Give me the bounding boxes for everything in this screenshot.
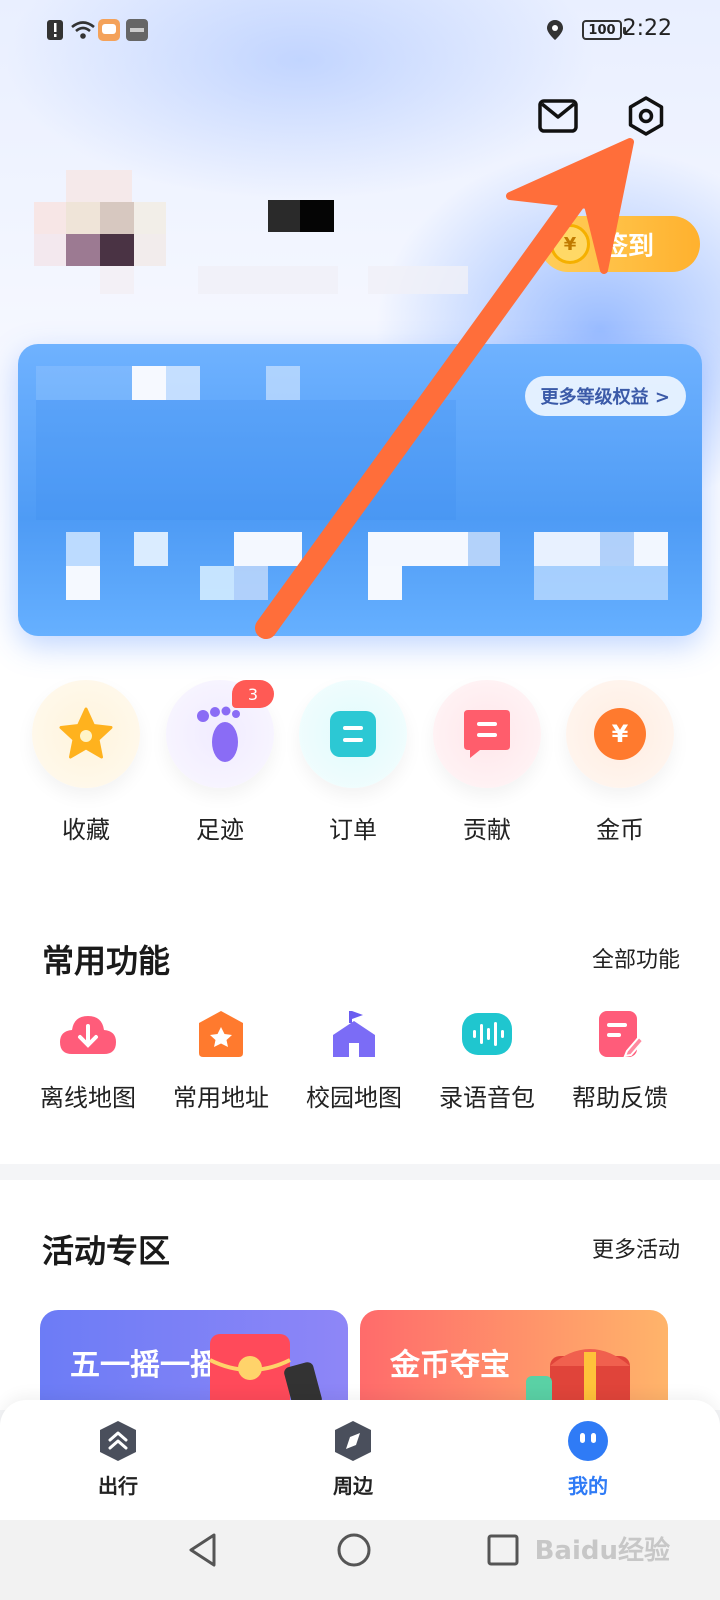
nav-label: 周边 (333, 1474, 373, 1498)
feature-campus-map[interactable]: 校园地图 (286, 1004, 422, 1113)
nav-label: 出行 (98, 1474, 138, 1498)
alert-icon (47, 20, 63, 40)
feature-label: 录语音包 (439, 1084, 535, 1112)
quick-label: 订单 (329, 816, 377, 844)
travel-icon (97, 1420, 139, 1462)
bottom-navigation: 出行 周边 我的 (0, 1400, 720, 1520)
section-title: 常用功能 (42, 942, 171, 980)
feature-label: 校园地图 (306, 1084, 402, 1112)
recents-icon[interactable] (487, 1534, 519, 1566)
coin-icon: ¥ (566, 680, 674, 788)
mail-icon (538, 99, 578, 133)
hms-icon (126, 19, 148, 41)
activity-title: 五一摇一摇 (70, 1348, 220, 1383)
avatar[interactable] (34, 170, 166, 298)
nav-tab-travel[interactable]: 出行 (58, 1420, 178, 1499)
wifi-icon (71, 21, 95, 39)
quick-actions: 收藏 3 足迹 订单 贡献 ¥ 金币 (0, 680, 720, 880)
quick-label: 金币 (596, 816, 644, 844)
clock: 2:22 (622, 16, 672, 41)
feedback-icon (590, 1004, 650, 1064)
more-activities-link[interactable]: 更多活动 (592, 1232, 680, 1264)
svg-text:¥: ¥ (612, 720, 629, 748)
quick-label: 贡献 (463, 816, 511, 844)
quick-item-favorites[interactable]: 收藏 (26, 680, 146, 845)
status-bar: 100 2:22 (0, 0, 720, 60)
feature-label: 常用地址 (173, 1084, 269, 1112)
level-card[interactable]: 更多等级权益 > (18, 344, 702, 636)
message-icon (98, 19, 120, 41)
more-benefits-link[interactable]: 更多等级权益 > (524, 376, 686, 416)
quick-item-coins[interactable]: ¥ 金币 (560, 680, 680, 845)
back-icon[interactable] (186, 1532, 220, 1568)
compass-icon (332, 1420, 374, 1462)
settings-button[interactable] (624, 94, 668, 138)
username-redacted (168, 200, 508, 296)
feature-voice-pack[interactable]: 录语音包 (419, 1004, 555, 1113)
quick-item-contributions[interactable]: 贡献 (427, 680, 547, 845)
voice-icon (457, 1004, 517, 1064)
cloud-download-icon (58, 1004, 118, 1064)
feature-help-feedback[interactable]: 帮助反馈 (552, 1004, 688, 1113)
feature-label: 离线地图 (40, 1084, 136, 1112)
activities-section: 活动专区 更多活动 五一摇一摇 金币夺宝 (0, 1180, 720, 1420)
battery-indicator: 100 (582, 20, 626, 40)
campus-icon (324, 1004, 384, 1064)
contribution-icon (433, 680, 541, 788)
feature-label: 帮助反馈 (572, 1084, 668, 1112)
home-icon[interactable] (336, 1532, 372, 1568)
quick-item-orders[interactable]: 订单 (293, 680, 413, 845)
signin-label: 签到 (602, 231, 655, 262)
profile-icon (567, 1420, 609, 1462)
section-title: 活动专区 (42, 1232, 171, 1270)
coin-icon: ¥ (550, 224, 590, 264)
order-icon (299, 680, 407, 788)
all-functions-link[interactable]: 全部功能 (592, 942, 680, 974)
activity-title: 金币夺宝 (390, 1348, 510, 1383)
quick-label: 收藏 (62, 816, 110, 844)
feature-frequent-address[interactable]: 常用地址 (153, 1004, 289, 1113)
quick-item-footprints[interactable]: 3 足迹 (160, 680, 280, 845)
star-icon (32, 680, 140, 788)
nav-tab-nearby[interactable]: 周边 (293, 1420, 413, 1499)
signin-button[interactable]: ¥ 签到 (540, 216, 700, 272)
home-star-icon (191, 1004, 251, 1064)
mail-button[interactable] (536, 94, 580, 138)
nav-label: 我的 (568, 1474, 608, 1498)
quick-label: 足迹 (196, 816, 244, 844)
notification-badge: 3 (232, 680, 274, 708)
location-icon (547, 20, 563, 40)
watermark: Baidu经验 (534, 1536, 670, 1566)
nav-tab-mine[interactable]: 我的 (528, 1420, 648, 1499)
feature-offline-map[interactable]: 离线地图 (20, 1004, 156, 1113)
common-functions-section: 常用功能 全部功能 离线地图 常用地址 校园地图 录语音包 帮助反馈 (0, 884, 720, 1164)
settings-icon (628, 96, 664, 136)
